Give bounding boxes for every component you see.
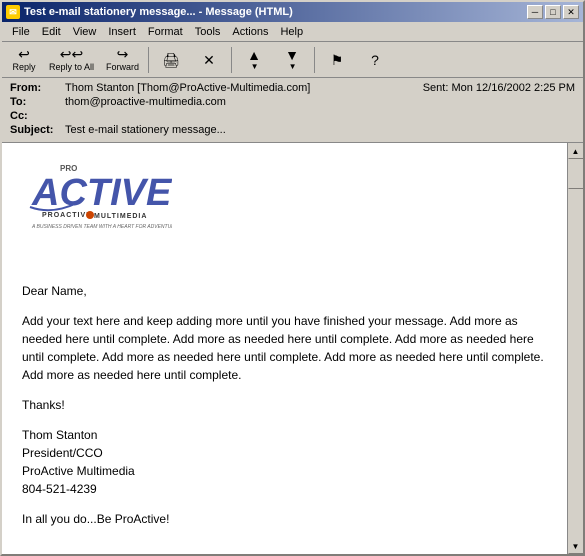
subject-value: Test e-mail stationery message... bbox=[65, 124, 575, 136]
reply-all-icon: ↩↩ bbox=[60, 47, 83, 61]
delete-button[interactable]: ✕ bbox=[191, 45, 227, 75]
scrollbar[interactable]: ▲ ▼ bbox=[567, 143, 583, 554]
menu-format[interactable]: Format bbox=[142, 24, 189, 40]
scroll-down-button[interactable]: ▼ bbox=[568, 538, 584, 554]
email-content: Dear Name, Add your text here and keep a… bbox=[2, 266, 567, 554]
forward-label: Forward bbox=[106, 62, 139, 72]
closing: In all you do...Be ProActive! bbox=[22, 510, 547, 528]
category-icon: ▼ bbox=[285, 48, 299, 62]
sent-label: Sent: bbox=[423, 82, 449, 94]
forward-icon: ↪ bbox=[117, 47, 129, 61]
from-row: From: Thom Stanton [Thom@ProActive-Multi… bbox=[10, 82, 575, 94]
title-bar-controls: ─ □ ✕ bbox=[527, 5, 579, 19]
company-logo: PRO ACTIVE PROACTIVE MULTIMEDIA A BUSINE… bbox=[12, 153, 172, 233]
to-label: To: bbox=[10, 96, 65, 108]
move-dropdown-arrow: ▼ bbox=[251, 62, 259, 71]
email-body-text: Dear Name, Add your text here and keep a… bbox=[22, 282, 547, 528]
content-area: PRO ACTIVE PROACTIVE MULTIMEDIA A BUSINE… bbox=[2, 143, 583, 554]
flag-icon: ⚑ bbox=[331, 53, 344, 67]
sig-company: ProActive Multimedia bbox=[22, 464, 135, 478]
to-value: thom@proactive-multimedia.com bbox=[65, 96, 575, 108]
title-bar: ✉ Test e-mail stationery message... - Me… bbox=[2, 2, 583, 22]
reply-all-button[interactable]: ↩↩ Reply to All bbox=[44, 45, 99, 75]
subject-label: Subject: bbox=[10, 124, 65, 136]
from-value: Thom Stanton [Thom@ProActive-Multimedia.… bbox=[65, 82, 423, 94]
find-icon: ? bbox=[371, 53, 379, 67]
category-button[interactable]: ▼ ▼ bbox=[274, 45, 310, 75]
to-row: To: thom@proactive-multimedia.com bbox=[10, 96, 575, 108]
print-button[interactable]: 🖨 bbox=[153, 45, 189, 75]
thanks: Thanks! bbox=[22, 396, 547, 414]
menu-help[interactable]: Help bbox=[274, 24, 309, 40]
category-dropdown-arrow: ▼ bbox=[289, 62, 297, 71]
separator-3 bbox=[314, 47, 315, 73]
svg-text:A BUSINESS DRIVEN TEAM WITH A: A BUSINESS DRIVEN TEAM WITH A HEART FOR … bbox=[31, 224, 172, 230]
menu-tools[interactable]: Tools bbox=[189, 24, 227, 40]
signature: Thom Stanton President/CCO ProActive Mul… bbox=[22, 426, 547, 498]
find-button[interactable]: ? bbox=[357, 45, 393, 75]
main-window: ✉ Test e-mail stationery message... - Me… bbox=[0, 0, 585, 556]
from-label: From: bbox=[10, 82, 65, 94]
svg-text:MULTIMEDIA: MULTIMEDIA bbox=[94, 213, 147, 220]
reply-icon: ↩ bbox=[18, 47, 30, 61]
minimize-button[interactable]: ─ bbox=[527, 5, 543, 19]
menu-bar: File Edit View Insert Format Tools Actio… bbox=[2, 22, 583, 42]
menu-edit[interactable]: Edit bbox=[36, 24, 67, 40]
sent-value: Mon 12/16/2002 2:25 PM bbox=[451, 82, 575, 94]
reply-label: Reply bbox=[12, 62, 35, 72]
menu-view[interactable]: View bbox=[67, 24, 103, 40]
print-icon: 🖨 bbox=[162, 53, 180, 67]
flag-button[interactable]: ⚑ bbox=[319, 45, 355, 75]
svg-text:ACTIVE: ACTIVE bbox=[31, 172, 172, 214]
scroll-up-button[interactable]: ▲ bbox=[568, 143, 584, 159]
close-button[interactable]: ✕ bbox=[563, 5, 579, 19]
email-header: From: Thom Stanton [Thom@ProActive-Multi… bbox=[2, 78, 583, 143]
svg-text:PROACTIVE: PROACTIVE bbox=[42, 212, 92, 219]
app-icon: ✉ bbox=[6, 5, 20, 19]
sig-name: Thom Stanton bbox=[22, 428, 97, 442]
window-title: Test e-mail stationery message... - Mess… bbox=[24, 6, 293, 18]
sig-phone: 804-521-4239 bbox=[22, 482, 97, 496]
toolbar: ↩ Reply ↩↩ Reply to All ↪ Forward 🖨 ✕ ▲ … bbox=[2, 42, 583, 78]
menu-file[interactable]: File bbox=[6, 24, 36, 40]
sig-title: President/CCO bbox=[22, 446, 103, 460]
maximize-button[interactable]: □ bbox=[545, 5, 561, 19]
separator-2 bbox=[231, 47, 232, 73]
delete-icon: ✕ bbox=[203, 53, 215, 67]
title-bar-left: ✉ Test e-mail stationery message... - Me… bbox=[6, 5, 293, 19]
cc-row: Cc: bbox=[10, 110, 575, 122]
sent-row: Sent: Mon 12/16/2002 2:25 PM bbox=[423, 82, 575, 94]
logo-area: PRO ACTIVE PROACTIVE MULTIMEDIA A BUSINE… bbox=[2, 143, 567, 246]
scroll-track[interactable] bbox=[568, 159, 584, 538]
forward-button[interactable]: ↪ Forward bbox=[101, 45, 144, 75]
move-button[interactable]: ▲ ▼ bbox=[236, 45, 272, 75]
email-body: PRO ACTIVE PROACTIVE MULTIMEDIA A BUSINE… bbox=[2, 143, 567, 554]
cc-label: Cc: bbox=[10, 110, 65, 122]
subject-row: Subject: Test e-mail stationery message.… bbox=[10, 124, 575, 136]
greeting: Dear Name, bbox=[22, 282, 547, 300]
separator-1 bbox=[148, 47, 149, 73]
scroll-thumb[interactable] bbox=[568, 159, 584, 189]
menu-insert[interactable]: Insert bbox=[102, 24, 142, 40]
body-paragraph: Add your text here and keep adding more … bbox=[22, 312, 547, 384]
menu-actions[interactable]: Actions bbox=[226, 24, 274, 40]
move-icon: ▲ bbox=[247, 48, 261, 62]
reply-all-label: Reply to All bbox=[49, 62, 94, 72]
reply-button[interactable]: ↩ Reply bbox=[6, 45, 42, 75]
